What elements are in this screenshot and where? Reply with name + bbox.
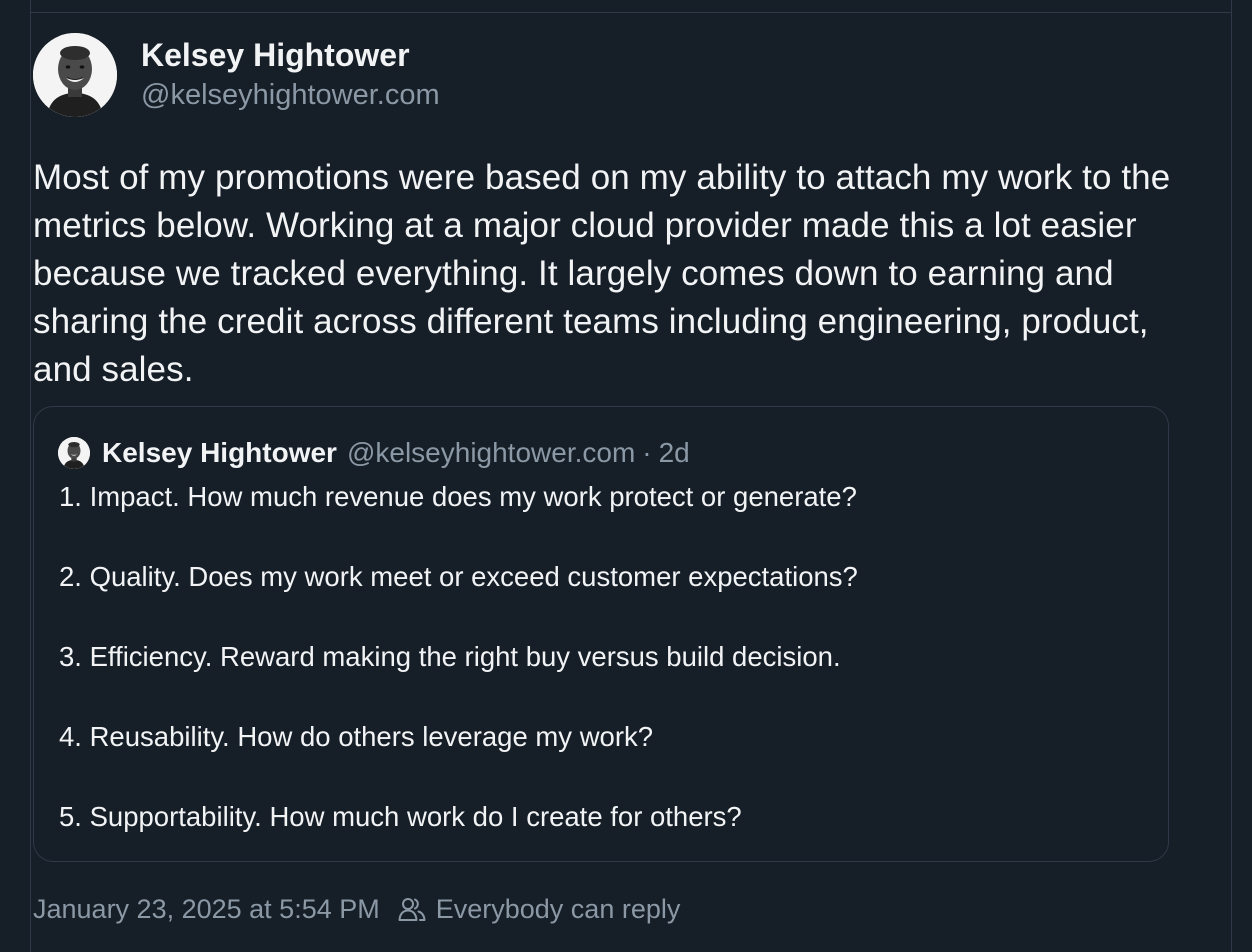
quoted-post-header: Kelsey Hightower @kelseyhightower.com · … [58, 437, 690, 469]
thread-connector [30, 0, 1232, 12]
post-author[interactable]: Kelsey Hightower @kelseyhightower.com [33, 33, 440, 117]
quoted-post-text: 1. Impact. How much revenue does my work… [59, 479, 1149, 879]
post-timestamp[interactable]: January 23, 2025 at 5:54 PM [33, 892, 380, 926]
quoted-avatar[interactable] [58, 437, 90, 469]
quoted-text-line: 4. Reusability. How do others leverage m… [59, 721, 654, 752]
post-text: Most of my promotions were based on my a… [33, 158, 1171, 389]
quoted-text-line: 2. Quality. Does my work meet or exceed … [59, 561, 858, 592]
avatar-photo-icon [58, 437, 90, 469]
quoted-author-name[interactable]: Kelsey Hightower [102, 437, 337, 469]
post-footer: January 23, 2025 at 5:54 PM Everybody ca… [33, 892, 680, 926]
avatar[interactable] [33, 33, 117, 117]
quoted-text-line: 1. Impact. How much revenue does my work… [59, 481, 857, 512]
separator-dot: · [642, 437, 652, 468]
reply-setting[interactable]: Everybody can reply [436, 892, 681, 926]
author-handle[interactable]: @kelseyhightower.com [141, 75, 440, 115]
people-icon [398, 896, 426, 922]
quoted-text-line: 5. Supportability. How much work do I cr… [59, 801, 742, 832]
quoted-author-handle[interactable]: @kelseyhightower.com [347, 437, 635, 469]
quoted-text-line: 3. Efficiency. Reward making the right b… [59, 641, 841, 672]
author-display-name[interactable]: Kelsey Hightower [141, 35, 440, 75]
quoted-post[interactable]: Kelsey Hightower @kelseyhightower.com · … [33, 406, 1169, 862]
quoted-post-time[interactable]: 2d [659, 437, 690, 469]
avatar-photo-icon [33, 33, 117, 117]
